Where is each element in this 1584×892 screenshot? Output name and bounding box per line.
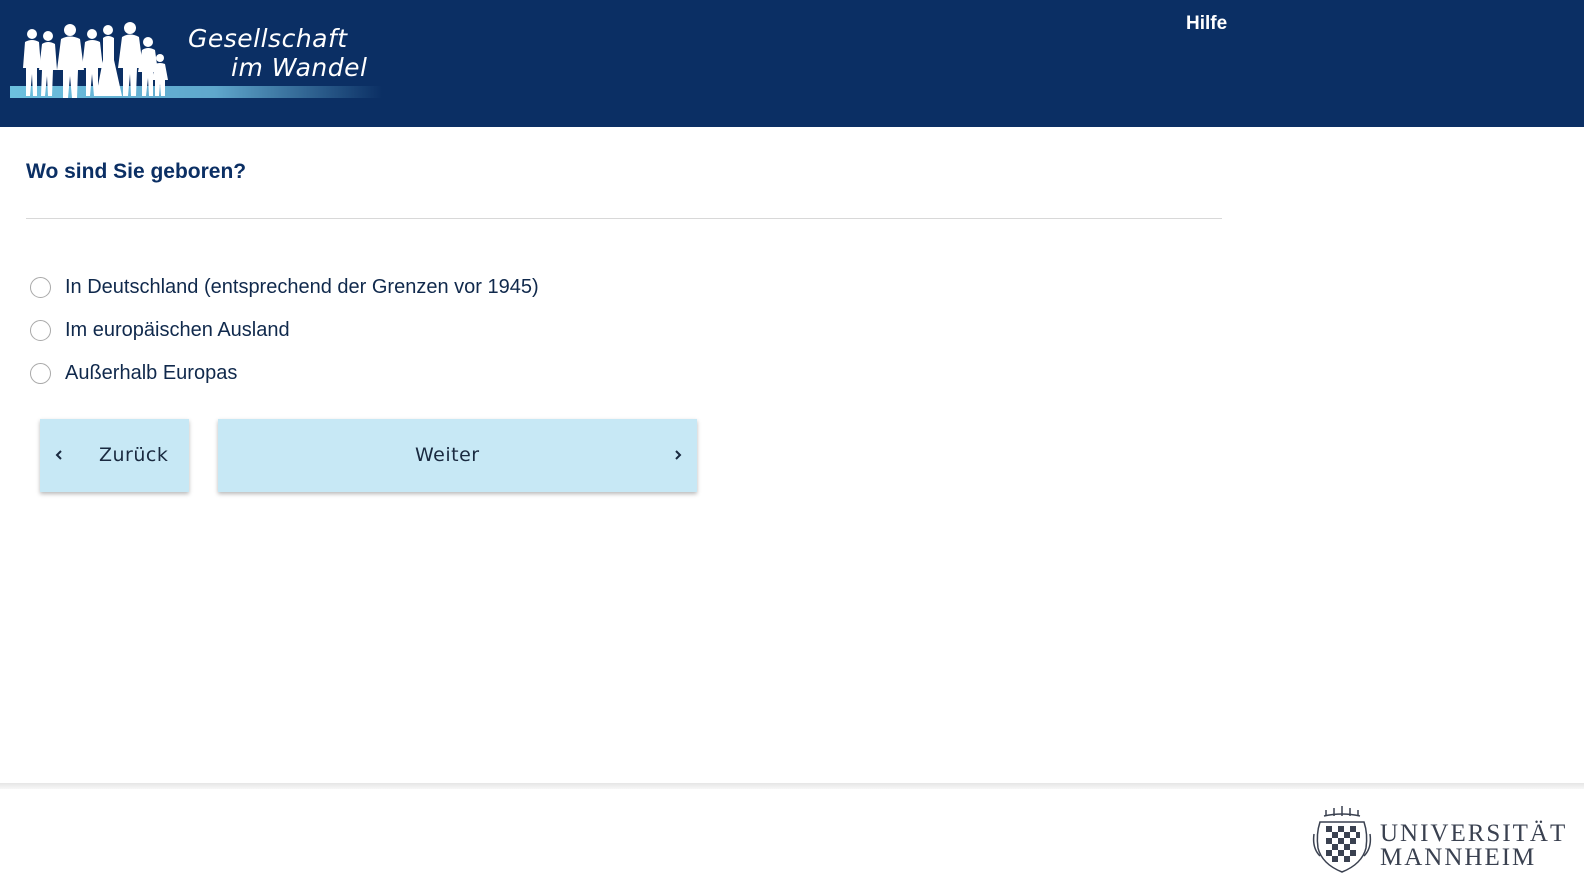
logo-wordmark: Gesellschaft im Wandel: [188, 24, 367, 82]
university-crest-icon: [1312, 806, 1372, 873]
chevron-left-icon: [55, 450, 62, 460]
option-label: Außerhalb Europas: [65, 362, 238, 384]
question-title: Wo sind Sie geboren?: [26, 160, 247, 183]
option-label: Im europäischen Ausland: [65, 319, 290, 341]
radio-button[interactable]: [30, 277, 51, 298]
option-outside-europe[interactable]: Außerhalb Europas: [30, 352, 539, 395]
university-line-2: MANNHEIM: [1380, 844, 1537, 871]
next-button[interactable]: Weiter: [218, 419, 697, 492]
logo-line-2: im Wandel: [231, 53, 368, 82]
divider: [26, 218, 1222, 219]
next-button-label: Weiter: [415, 444, 480, 466]
option-european-abroad[interactable]: Im europäischen Ausland: [30, 309, 539, 352]
chevron-right-icon: [675, 450, 682, 460]
university-line-1: UNIVERSITÄT: [1380, 820, 1568, 847]
back-button[interactable]: Zurück: [40, 419, 189, 492]
gesellschaft-im-wandel-logo: Gesellschaft im Wandel: [10, 12, 382, 104]
radio-button[interactable]: [30, 363, 51, 384]
help-link[interactable]: Hilfe: [1186, 13, 1227, 35]
option-germany[interactable]: In Deutschland (entsprechend der Grenzen…: [30, 266, 539, 309]
back-button-label: Zurück: [99, 444, 169, 466]
university-wordmark: UNIVERSITÄT MANNHEIM: [1380, 820, 1568, 871]
radio-button[interactable]: [30, 320, 51, 341]
site-header: Gesellschaft im Wandel Hilfe: [0, 0, 1584, 127]
option-label: In Deutschland (entsprechend der Grenzen…: [65, 276, 539, 298]
answer-options: In Deutschland (entsprechend der Grenzen…: [30, 266, 539, 395]
footer-divider: [0, 783, 1584, 789]
logo-line-1: Gesellschaft: [188, 24, 348, 53]
